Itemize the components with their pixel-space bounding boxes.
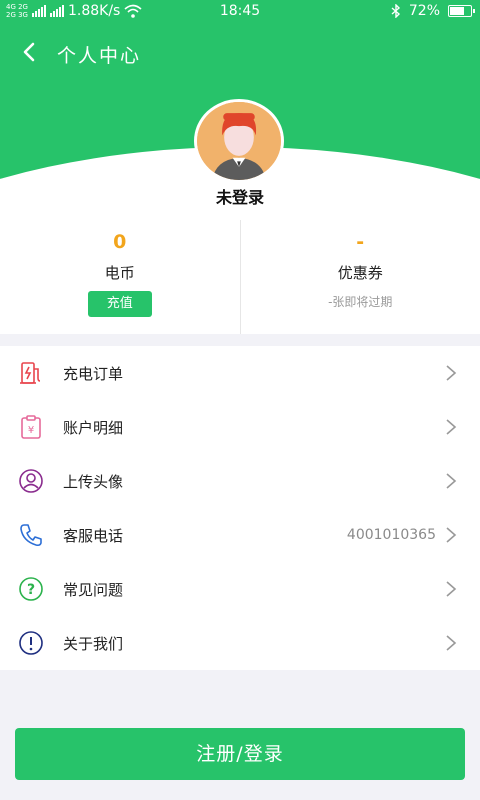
- register-login-button[interactable]: 注册/登录: [15, 728, 465, 780]
- menu-label-about-us: 关于我们: [63, 634, 124, 653]
- customer-service-phone[interactable]: 4001010365: [347, 527, 436, 543]
- menu-item-charging-orders[interactable]: 充电订单: [0, 346, 480, 400]
- chevron-right-icon: [446, 473, 457, 489]
- coins-stat: 0 电币 充值: [0, 220, 240, 334]
- menu-list: 充电订单 ¥ 账户明细 上传头像 客服电话 4001010365 ? 常见问题 …: [0, 346, 480, 670]
- back-arrow-icon[interactable]: [14, 36, 46, 68]
- menu-label-customer-service: 客服电话: [63, 526, 124, 545]
- charging-pile-icon: [20, 362, 41, 384]
- coupons-expiring: -张即将过期: [328, 295, 393, 309]
- menu-label-charging-orders: 充电订单: [63, 364, 124, 383]
- recharge-button[interactable]: 充值: [87, 291, 152, 317]
- chevron-right-icon: [446, 635, 457, 651]
- nav-bar: 个人中心: [0, 30, 480, 74]
- menu-item-faq[interactable]: ? 常见问题: [0, 562, 480, 616]
- battery-percent: 72%: [408, 3, 440, 19]
- phone-icon: [20, 524, 42, 547]
- menu-item-about-us[interactable]: 关于我们: [0, 616, 480, 670]
- coupons-stat[interactable]: - 优惠券 -张即将过期: [239, 220, 480, 334]
- menu-label-faq: 常见问题: [63, 580, 124, 599]
- menu-label-upload-avatar: 上传头像: [63, 472, 124, 491]
- bluetooth-icon: [391, 4, 400, 18]
- coins-label: 电币: [104, 264, 135, 282]
- status-right: 72%: [391, 3, 475, 19]
- default-avatar-icon: [197, 102, 281, 180]
- page-title: 个人中心: [57, 45, 142, 67]
- coins-value: 0: [113, 231, 127, 253]
- bill-icon: ¥: [21, 415, 41, 439]
- menu-item-customer-service[interactable]: 客服电话 4001010365: [0, 508, 480, 562]
- chevron-right-icon: [446, 365, 457, 381]
- svg-text:¥: ¥: [28, 425, 34, 436]
- coupons-label: 优惠券: [337, 264, 383, 282]
- info-circle-icon: [19, 631, 43, 655]
- coupons-value: -: [356, 231, 365, 253]
- battery-icon: [448, 5, 475, 17]
- menu-item-account-details[interactable]: ¥ 账户明细: [0, 400, 480, 454]
- status-bar: 4G 2G 2G 3G 1.88K/s 18:45 72%: [0, 0, 480, 24]
- svg-text:?: ?: [27, 582, 35, 598]
- question-circle-icon: ?: [19, 577, 43, 601]
- avatar[interactable]: [194, 99, 284, 183]
- chevron-right-icon: [446, 581, 457, 597]
- chevron-right-icon: [446, 419, 457, 435]
- menu-item-upload-avatar[interactable]: 上传头像: [0, 454, 480, 508]
- battery-fill: [450, 7, 464, 15]
- chevron-right-icon: [446, 527, 457, 543]
- stats-panel: 0 电币 充值 - 优惠券 -张即将过期: [0, 220, 480, 334]
- user-circle-icon: [19, 469, 43, 493]
- username-label[interactable]: 未登录: [0, 184, 480, 208]
- menu-label-account-details: 账户明细: [63, 418, 124, 437]
